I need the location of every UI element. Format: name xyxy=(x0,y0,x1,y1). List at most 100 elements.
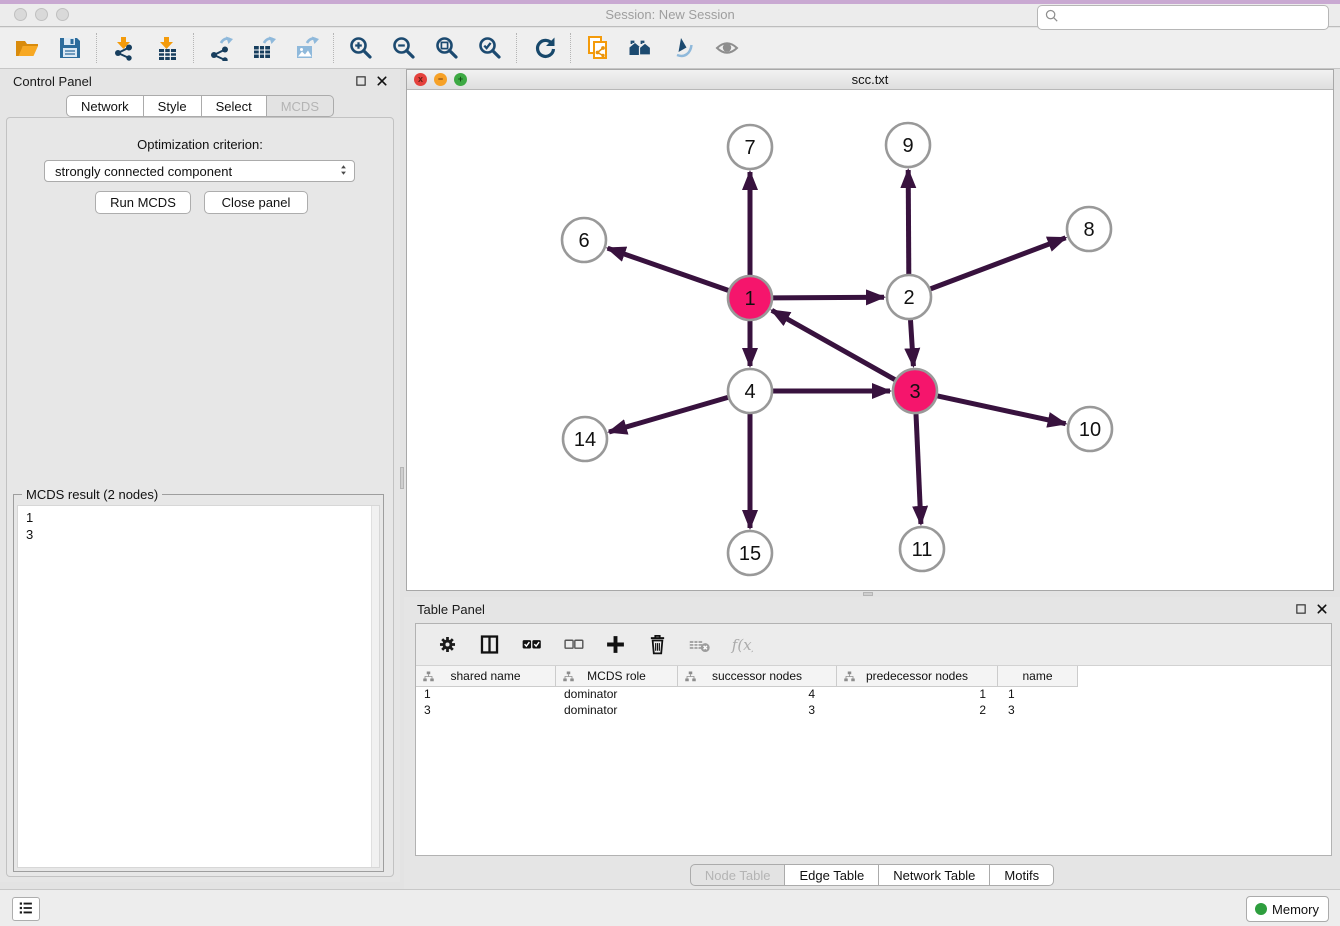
zoom-fit-icon[interactable] xyxy=(433,35,460,62)
splitter-grip[interactable] xyxy=(400,467,404,489)
column-header-MCDS-role[interactable]: MCDS role xyxy=(556,666,678,687)
close-panel-icon[interactable] xyxy=(376,75,388,90)
node-3[interactable]: 3 xyxy=(893,369,937,413)
cell-MCDS-role[interactable]: dominator xyxy=(556,703,678,719)
node-10[interactable]: 10 xyxy=(1068,407,1112,451)
edge-3-1[interactable] xyxy=(772,310,895,379)
optimization-criterion-label: Optimization criterion: xyxy=(7,137,393,152)
edge-2-9[interactable] xyxy=(908,170,909,274)
zoom-out-icon[interactable] xyxy=(390,35,417,62)
table-panel-tabs: Node TableEdge TableNetwork TableMotifs xyxy=(690,864,1054,886)
node-9[interactable]: 9 xyxy=(886,123,930,167)
node-2[interactable]: 2 xyxy=(887,275,931,319)
tab-edge-table[interactable]: Edge Table xyxy=(785,864,879,886)
hide-graphics-details-icon[interactable] xyxy=(670,35,697,62)
network-canvas[interactable]: 7 9 6 8 1 2 4 3 14 10 15 11 xyxy=(407,90,1333,590)
result-scrollbar[interactable] xyxy=(371,506,379,867)
search-icon xyxy=(1043,7,1061,28)
export-image-icon[interactable] xyxy=(293,35,320,62)
cell-name[interactable]: 1 xyxy=(998,687,1078,703)
tab-node-table[interactable]: Node Table xyxy=(690,864,786,886)
tab-network[interactable]: Network xyxy=(66,95,144,117)
cell-shared-name[interactable]: 3 xyxy=(416,703,556,719)
export-network-icon[interactable] xyxy=(207,35,234,62)
edge-4-14[interactable] xyxy=(609,397,728,432)
home-icon[interactable] xyxy=(627,35,654,62)
mcds-result-group: MCDS result (2 nodes) 1 3 xyxy=(13,494,384,872)
export-table-icon[interactable] xyxy=(250,35,277,62)
node-11[interactable]: 11 xyxy=(900,527,944,571)
column-header-shared-name[interactable]: shared name xyxy=(416,666,556,687)
float-panel-icon[interactable] xyxy=(355,75,367,90)
run-mcds-button[interactable]: Run MCDS xyxy=(95,191,191,214)
import-network-icon[interactable] xyxy=(110,35,137,62)
edge-2-3[interactable] xyxy=(911,320,914,366)
search-field[interactable] xyxy=(1037,5,1329,30)
search-input[interactable] xyxy=(1061,7,1328,28)
status-bar: Memory xyxy=(0,889,1340,926)
column-header-predecessor-nodes[interactable]: predecessor nodes xyxy=(837,666,998,687)
tab-mcds[interactable]: MCDS xyxy=(267,95,334,117)
toolbar-group xyxy=(516,33,570,63)
mcds-result-textarea[interactable]: 1 3 xyxy=(17,505,380,868)
node-8[interactable]: 8 xyxy=(1067,207,1111,251)
float-panel-icon[interactable] xyxy=(1295,603,1307,618)
function-builder-icon[interactable]: f(x) xyxy=(728,631,755,658)
delete-row-icon[interactable] xyxy=(644,631,671,658)
apply-layout-icon[interactable] xyxy=(530,35,557,62)
show-panels-button[interactable] xyxy=(12,897,40,921)
cell-successor-nodes[interactable]: 3 xyxy=(678,703,837,719)
open-session-icon[interactable] xyxy=(13,35,40,62)
node-15[interactable]: 15 xyxy=(728,531,772,575)
save-session-icon[interactable] xyxy=(56,35,83,62)
import-table-icon[interactable] xyxy=(153,35,180,62)
columns-icon[interactable] xyxy=(476,631,503,658)
cell-predecessor-nodes[interactable]: 1 xyxy=(837,687,998,703)
close-panel-button[interactable]: Close panel xyxy=(204,191,308,214)
edge-2-8[interactable] xyxy=(931,238,1066,289)
node-14[interactable]: 14 xyxy=(563,417,607,461)
tab-network-table[interactable]: Network Table xyxy=(879,864,990,886)
tab-select[interactable]: Select xyxy=(202,95,267,117)
show-graphics-details-icon[interactable] xyxy=(713,35,740,62)
zoom-selected-icon[interactable] xyxy=(476,35,503,62)
svg-text:10: 10 xyxy=(1079,419,1101,441)
node-4[interactable]: 4 xyxy=(728,369,772,413)
toolbar-group xyxy=(0,33,96,63)
clone-network-icon[interactable] xyxy=(584,35,611,62)
deselect-all-icon[interactable] xyxy=(560,631,587,658)
cell-MCDS-role[interactable]: dominator xyxy=(556,687,678,703)
settings-icon[interactable] xyxy=(434,631,461,658)
table-row[interactable]: 3dominator323 xyxy=(416,703,1331,719)
node-1[interactable]: 1 xyxy=(728,276,772,320)
select-all-icon[interactable] xyxy=(518,631,545,658)
add-row-icon[interactable] xyxy=(602,631,629,658)
splitter-grip[interactable] xyxy=(863,592,873,596)
cell-name[interactable]: 3 xyxy=(998,703,1078,719)
node-table: f(x) shared nameMCDS rolesuccessor nodes… xyxy=(415,623,1332,856)
node-6[interactable]: 6 xyxy=(562,218,606,262)
memory-button[interactable]: Memory xyxy=(1246,896,1329,922)
tab-style[interactable]: Style xyxy=(144,95,202,117)
tab-motifs[interactable]: Motifs xyxy=(990,864,1054,886)
edge-1-2[interactable] xyxy=(773,297,884,298)
zoom-in-icon[interactable] xyxy=(347,35,374,62)
node-7[interactable]: 7 xyxy=(728,125,772,169)
network-view-window: x − + scc.txt 7 9 6 8 1 2 4 3 14 10 15 11 xyxy=(406,69,1334,591)
edge-3-11[interactable] xyxy=(916,414,921,524)
network-window-titlebar[interactable]: x − + scc.txt xyxy=(407,70,1333,90)
table-panel-title: Table Panel xyxy=(417,602,485,617)
criterion-dropdown[interactable]: strongly connected component xyxy=(44,160,355,182)
edge-3-10[interactable] xyxy=(938,396,1066,424)
column-header-name[interactable]: name xyxy=(998,666,1078,687)
delete-table-icon[interactable] xyxy=(686,631,713,658)
column-header-successor-nodes[interactable]: successor nodes xyxy=(678,666,837,687)
edge-1-6[interactable] xyxy=(608,248,729,290)
svg-text:15: 15 xyxy=(739,543,761,565)
table-row[interactable]: 1dominator411 xyxy=(416,687,1331,703)
cell-predecessor-nodes[interactable]: 2 xyxy=(837,703,998,719)
svg-text:3: 3 xyxy=(909,381,920,403)
cell-shared-name[interactable]: 1 xyxy=(416,687,556,703)
close-panel-icon[interactable] xyxy=(1316,603,1328,618)
cell-successor-nodes[interactable]: 4 xyxy=(678,687,837,703)
